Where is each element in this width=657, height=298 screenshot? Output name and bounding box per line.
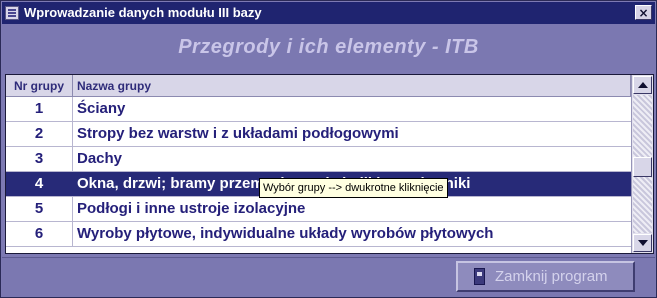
row-number: 4 bbox=[6, 172, 73, 196]
arrow-up-icon bbox=[637, 82, 648, 88]
table-row[interactable]: 2 Stropy bez warstw i z układami podłogo… bbox=[6, 122, 631, 147]
close-window-button[interactable]: × bbox=[635, 5, 652, 20]
window-title: Wprowadzanie danych modułu III bazy bbox=[24, 5, 262, 20]
table-row[interactable]: 5 Podłogi i inne ustroje izolacyjne bbox=[6, 197, 631, 222]
main-window: Wprowadzanie danych modułu III bazy × Pr… bbox=[0, 0, 657, 298]
row-name: Wyroby płytowe, indywidualne układy wyro… bbox=[77, 225, 494, 242]
close-program-label: Zamknij program bbox=[495, 267, 608, 285]
title-bar[interactable]: Wprowadzanie danych modułu III bazy × bbox=[2, 2, 655, 24]
vertical-scrollbar[interactable] bbox=[631, 75, 653, 253]
row-number: 1 bbox=[6, 97, 73, 121]
row-number: 5 bbox=[6, 197, 73, 221]
scroll-down-button[interactable] bbox=[633, 234, 652, 252]
row-number: 2 bbox=[6, 122, 73, 146]
table-row[interactable]: 1 Ściany bbox=[6, 97, 631, 122]
app-window-icon bbox=[5, 6, 19, 20]
close-icon: × bbox=[638, 5, 649, 20]
close-program-button[interactable]: Zamknij program bbox=[456, 261, 635, 292]
scroll-up-button[interactable] bbox=[633, 76, 652, 94]
row-number: 3 bbox=[6, 147, 73, 171]
footer-panel: Zamknij program bbox=[2, 257, 655, 297]
exit-door-icon bbox=[474, 268, 485, 285]
page-title: Przegrody i ich elementy - ITB bbox=[178, 35, 479, 58]
column-header-name[interactable]: Nazwa grupy bbox=[73, 75, 631, 97]
row-name: Stropy bez warstw i z układami podłogowy… bbox=[77, 125, 399, 142]
row-name: Ściany bbox=[77, 100, 126, 117]
row-name: Dachy bbox=[77, 150, 123, 167]
column-header-nr[interactable]: Nr grupy bbox=[6, 75, 73, 97]
row-name: Podłogi i inne ustroje izolacyjne bbox=[77, 200, 306, 217]
arrow-down-icon bbox=[637, 240, 648, 246]
table-row[interactable]: 6 Wyroby płytowe, indywidualne układy wy… bbox=[6, 222, 631, 247]
scroll-thumb[interactable] bbox=[633, 157, 652, 177]
row-number: 6 bbox=[6, 222, 73, 246]
header-panel: Przegrody i ich elementy - ITB bbox=[2, 24, 655, 70]
groups-grid[interactable]: Nr grupy Nazwa grupy 1 Ściany 2 Stropy b… bbox=[5, 74, 654, 254]
tooltip: Wybór grupy --> dwukrotne kliknięcie bbox=[259, 178, 448, 198]
table-row[interactable]: 3 Dachy bbox=[6, 147, 631, 172]
